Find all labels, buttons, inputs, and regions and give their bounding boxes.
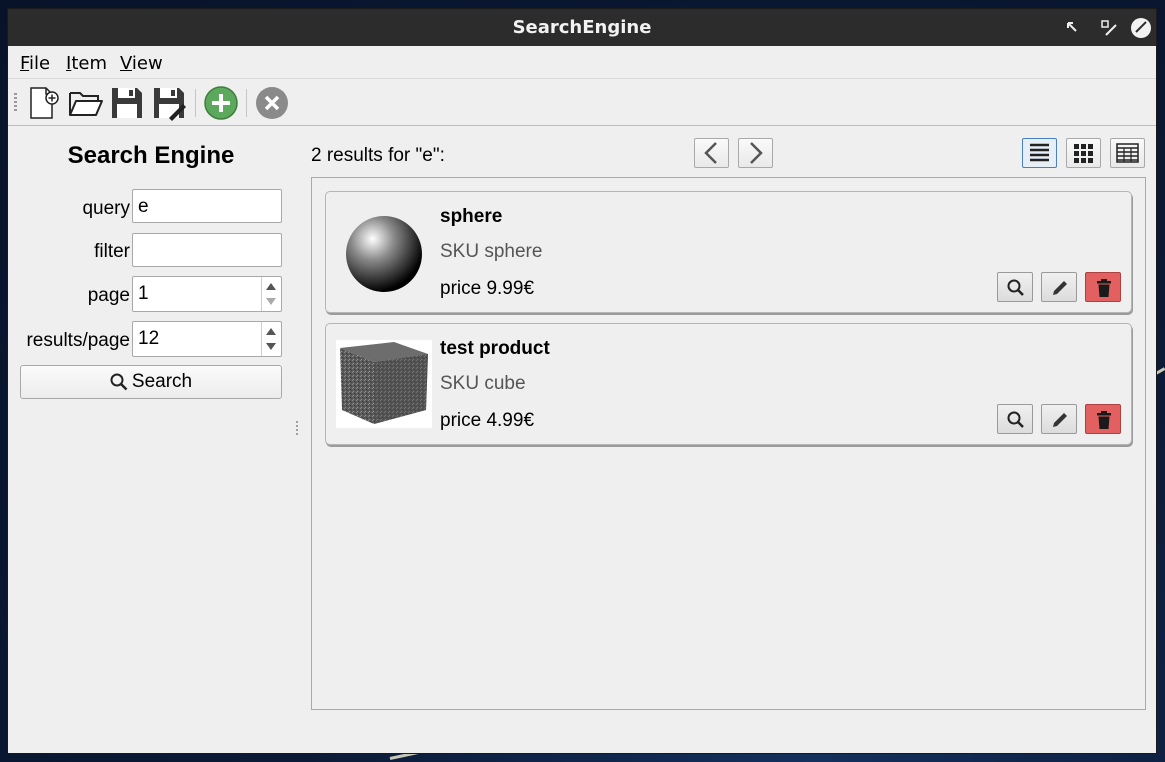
- delete-button[interactable]: [1085, 404, 1121, 434]
- results-per-page-spin-arrows[interactable]: [261, 322, 281, 356]
- product-sku: SKU cube: [440, 373, 526, 394]
- menu-item-label: tem: [71, 53, 107, 74]
- results-per-page-spinbox[interactable]: 12: [132, 321, 282, 357]
- result-card[interactable]: test product SKU cube price 4.99€: [325, 323, 1132, 445]
- view-button[interactable]: [997, 272, 1033, 302]
- prev-page-button[interactable]: [694, 138, 729, 168]
- search-button-label: Search: [131, 371, 193, 392]
- grid-view-icon: [1074, 144, 1093, 163]
- spin-up-icon[interactable]: [266, 283, 276, 290]
- results-count: 2 results for "e":: [311, 145, 445, 166]
- pencil-icon: [1053, 281, 1067, 295]
- table-view-icon: [1116, 143, 1139, 163]
- list-view-button[interactable]: [1022, 138, 1057, 168]
- page-spinbox[interactable]: 1: [132, 276, 282, 312]
- window-title: SearchEngine: [512, 17, 652, 38]
- save-as-icon[interactable]: [151, 85, 187, 121]
- minimize-icon[interactable]: [1064, 19, 1082, 37]
- search-button[interactable]: Search: [20, 365, 282, 399]
- trash-icon: [1097, 279, 1111, 297]
- results-per-page-value: 12: [138, 328, 160, 349]
- product-name: test product: [440, 338, 550, 359]
- splitter-handle[interactable]: [296, 421, 298, 437]
- menu-view[interactable]: View: [120, 53, 163, 74]
- search-icon: [1007, 411, 1024, 428]
- close-icon[interactable]: [254, 85, 290, 121]
- results-per-page-label: results/page: [26, 330, 130, 351]
- product-price: price 4.99€: [440, 410, 535, 431]
- query-label: query: [82, 198, 130, 219]
- query-input[interactable]: e: [132, 189, 282, 223]
- add-icon[interactable]: [203, 85, 239, 121]
- menu-view-label: iew: [131, 53, 163, 74]
- cube-image: [336, 340, 432, 428]
- pencil-icon: [1053, 413, 1067, 427]
- toolbar-separator: [246, 89, 247, 117]
- search-icon: [110, 373, 128, 391]
- open-folder-icon[interactable]: [68, 85, 104, 121]
- table-view-button[interactable]: [1110, 138, 1145, 168]
- search-icon: [1007, 279, 1024, 296]
- page-spin-arrows[interactable]: [261, 277, 281, 311]
- product-sku: SKU sphere: [440, 241, 543, 262]
- edit-button[interactable]: [1041, 404, 1077, 434]
- chevron-right-icon: [750, 142, 763, 164]
- next-page-button[interactable]: [738, 138, 773, 168]
- sphere-image: [346, 216, 422, 292]
- results-panel[interactable]: sphere SKU sphere price 9.99€ test produ…: [311, 177, 1146, 710]
- spin-up-icon[interactable]: [266, 328, 276, 335]
- menu-file-label: ile: [29, 53, 51, 74]
- filter-label: filter: [94, 241, 130, 262]
- menu-item[interactable]: Item: [66, 53, 107, 74]
- page-label: page: [87, 285, 130, 306]
- app-window: SearchEngine File Item View Search Engin…: [7, 8, 1157, 754]
- page-value: 1: [138, 283, 149, 304]
- product-name: sphere: [440, 206, 503, 227]
- delete-button[interactable]: [1085, 272, 1121, 302]
- edit-button[interactable]: [1041, 272, 1077, 302]
- spin-down-icon[interactable]: [266, 343, 276, 350]
- menu-view-mnemonic: V: [120, 53, 132, 74]
- chevron-left-icon: [704, 142, 717, 164]
- menu-file[interactable]: File: [20, 53, 50, 74]
- search-sidebar: Search Engine query e filter page 1 resu…: [8, 126, 294, 753]
- save-icon[interactable]: [109, 85, 145, 121]
- trash-icon: [1097, 411, 1111, 429]
- list-view-icon: [1030, 143, 1049, 162]
- menu-file-mnemonic: F: [20, 53, 30, 74]
- result-card[interactable]: sphere SKU sphere price 9.99€: [325, 191, 1132, 313]
- grid-view-button[interactable]: [1066, 138, 1101, 168]
- spin-down-icon[interactable]: [266, 298, 276, 305]
- filter-input[interactable]: [132, 233, 282, 267]
- toolbar-separator: [195, 89, 196, 117]
- toolbar: [8, 79, 1156, 126]
- product-price: price 9.99€: [440, 278, 535, 299]
- new-file-icon[interactable]: [26, 85, 62, 121]
- view-button[interactable]: [997, 404, 1033, 434]
- close-window-icon[interactable]: [1130, 17, 1152, 39]
- title-bar: SearchEngine: [8, 9, 1156, 46]
- toolbar-grip[interactable]: [14, 93, 17, 113]
- menu-bar: File Item View: [8, 46, 1156, 79]
- maximize-icon[interactable]: [1100, 19, 1118, 37]
- sidebar-title: Search Engine: [67, 142, 235, 169]
